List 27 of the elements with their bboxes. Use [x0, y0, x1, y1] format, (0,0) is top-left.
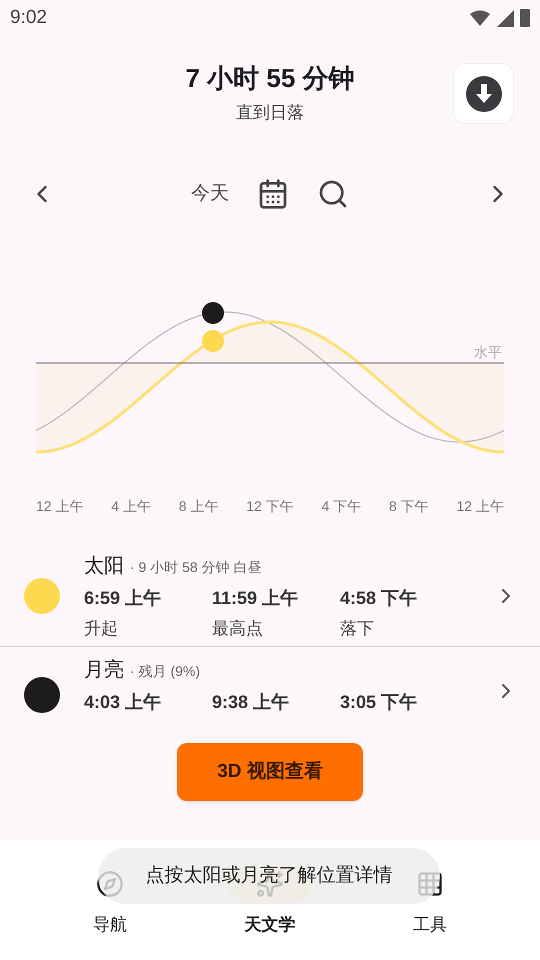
duration-title: 7 小时 55 分钟	[185, 62, 355, 95]
event-label: 落下	[340, 618, 375, 640]
time-axis-label: 12 下午	[246, 497, 294, 516]
date-label[interactable]: 今天	[191, 180, 229, 208]
event-time: 4:03 上午	[84, 691, 162, 714]
time-axis-label: 8 下午	[388, 497, 429, 516]
time-axis-label: 12 上午	[456, 497, 504, 516]
status-time: 9:02	[10, 6, 47, 30]
time-axis-label: 8 上午	[178, 497, 218, 516]
event-time: 9:38 上午	[212, 691, 290, 714]
body-detail: · 残月 (9%)	[130, 662, 200, 681]
time-axis-label: 4 上午	[111, 497, 151, 516]
duration-subtitle: 直到日落	[236, 102, 304, 124]
event-time: 6:59 上午	[84, 586, 162, 610]
horizon-label: 水平	[474, 343, 502, 362]
event-time: 4:58 下午	[340, 586, 418, 610]
event-time: 11:59 上午	[212, 586, 300, 610]
time-axis-label: 4 下午	[322, 497, 362, 516]
body-detail: · 9 小时 58 分钟 白昼	[130, 558, 262, 577]
view-3d-button[interactable]: 3D 视图查看	[177, 743, 363, 801]
hint-toast: 点按太阳或月亮了解位置详情	[98, 848, 440, 904]
event-label: 升起	[84, 618, 119, 640]
event-label: 最高点	[212, 618, 264, 640]
time-axis-label: 12 上午	[36, 497, 84, 516]
body-name: 太阳	[84, 554, 124, 579]
event-time: 3:05 下午	[340, 691, 418, 714]
body-name: 月亮	[84, 658, 124, 683]
